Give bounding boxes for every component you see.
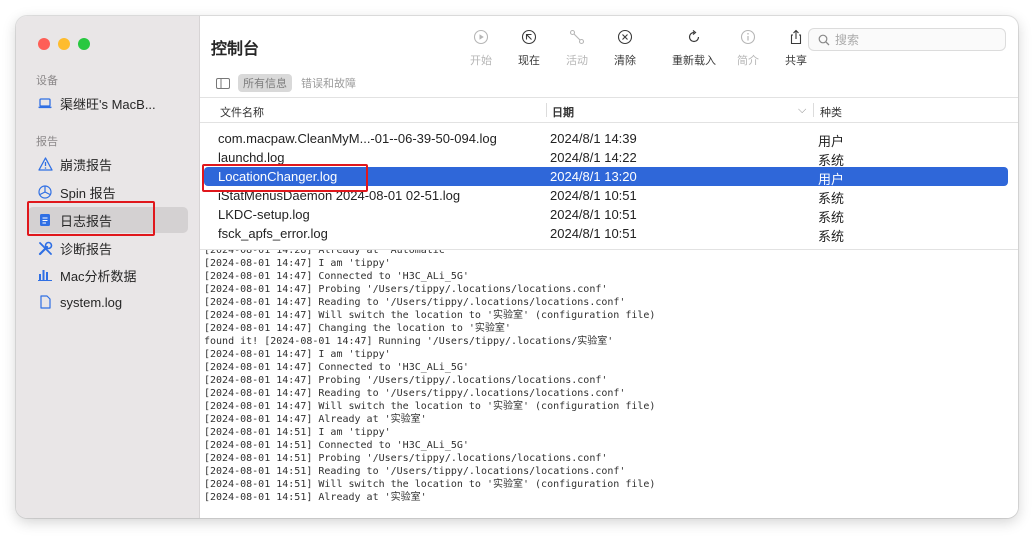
- sidebar-toggle-icon[interactable]: [216, 77, 230, 89]
- log-content-pane[interactable]: [2024-08-01 14:28] Already at 'Automatic…: [200, 249, 1018, 518]
- laptop-icon: [36, 95, 54, 111]
- filter-bar: 所有信息 错误和故障: [200, 70, 1018, 96]
- bar-chart-icon: [36, 267, 54, 283]
- date-cell: 2024/8/1 10:51: [550, 226, 637, 241]
- document-icon: [36, 212, 54, 228]
- start-button[interactable]: 开始: [457, 29, 505, 68]
- table-row[interactable]: iStatMenusDaemon 2024-08-01 02-51.log 20…: [204, 186, 1008, 206]
- zoom-window-button[interactable]: [78, 38, 90, 50]
- date-cell: 2024/8/1 13:20: [550, 169, 637, 184]
- warning-triangle-icon: [36, 156, 54, 172]
- kind-cell: 系统: [818, 229, 845, 244]
- spin-icon: [36, 184, 54, 200]
- clear-button[interactable]: 清除: [601, 29, 649, 68]
- filter-divider: [200, 97, 1018, 98]
- sidebar-item-spin-reports[interactable]: Spin 报告: [28, 179, 188, 205]
- close-window-button[interactable]: [38, 38, 50, 50]
- activity-icon: [569, 29, 585, 45]
- table-row[interactable]: fsck_apfs_error.log 2024/8/1 10:51 系统: [204, 224, 1008, 244]
- search-placeholder: 搜索: [835, 33, 860, 47]
- clear-icon: [617, 29, 633, 45]
- info-icon: [740, 29, 756, 45]
- sidebar-item-label: Mac分析数据: [60, 268, 137, 284]
- column-header-kind[interactable]: 种类: [820, 104, 842, 120]
- activity-label: 活动: [566, 55, 588, 67]
- sidebar-item-label: Spin 报告: [60, 185, 116, 201]
- sidebar: 设备 渠继旺's MacB... 报告 崩溃报告 Spin 报告 日志报告 诊断…: [16, 16, 200, 518]
- tools-icon: [36, 240, 54, 256]
- date-cell: 2024/8/1 10:51: [550, 188, 637, 203]
- date-cell: 2024/8/1 14:39: [550, 131, 637, 146]
- column-header-date[interactable]: 日期: [552, 104, 574, 120]
- table-row[interactable]: com.macpaw.CleanMyM...-01--06-39-50-094.…: [204, 129, 1008, 149]
- console-window: 设备 渠继旺's MacB... 报告 崩溃报告 Spin 报告 日志报告 诊断…: [16, 16, 1018, 518]
- table-row[interactable]: LKDC-setup.log 2024/8/1 10:51 系统: [204, 205, 1008, 225]
- sidebar-item-log-reports[interactable]: 日志报告: [28, 207, 188, 233]
- sidebar-item-diagnostic-reports[interactable]: 诊断报告: [28, 235, 188, 261]
- file-name-cell: LocationChanger.log: [218, 169, 338, 184]
- info-label: 简介: [737, 55, 759, 67]
- sidebar-item-label: 渠继旺's MacB...: [60, 96, 156, 112]
- sort-chevron-icon: ⌵: [798, 104, 807, 116]
- devices-section-label: 设备: [36, 75, 58, 87]
- sidebar-item-label: 崩溃报告: [60, 157, 113, 173]
- activity-button[interactable]: 活动: [553, 29, 601, 68]
- reload-label: 重新载入: [672, 55, 716, 67]
- file-name-cell: launchd.log: [218, 150, 285, 165]
- file-icon: [36, 294, 54, 310]
- clear-label: 清除: [614, 55, 636, 67]
- file-name-cell: LKDC-setup.log: [218, 207, 310, 222]
- window-title: 控制台: [211, 41, 260, 58]
- table-row[interactable]: launchd.log 2024/8/1 14:22 系统: [204, 148, 1008, 168]
- date-cell: 2024/8/1 14:22: [550, 150, 637, 165]
- main-pane: 控制台 开始 现在 活动 清除 重新载入 简介 共享 搜索 所有信息 错误和故障…: [200, 16, 1018, 518]
- sidebar-item-label: 诊断报告: [60, 241, 113, 257]
- file-name-cell: iStatMenusDaemon 2024-08-01 02-51.log: [218, 188, 461, 203]
- sidebar-item-system-log[interactable]: system.log: [28, 289, 188, 315]
- search-field[interactable]: 搜索: [808, 28, 1006, 51]
- file-name-cell: fsck_apfs_error.log: [218, 226, 328, 241]
- sidebar-item-mac-analytics[interactable]: Mac分析数据: [28, 262, 188, 288]
- file-name-cell: com.macpaw.CleanMyM...-01--06-39-50-094.…: [218, 131, 497, 146]
- sidebar-item-label: system.log: [60, 294, 123, 310]
- info-button[interactable]: 简介: [724, 29, 772, 68]
- sidebar-item-crash-reports[interactable]: 崩溃报告: [28, 151, 188, 177]
- log-text: [2024-08-01 14:28] Already at 'Automatic…: [204, 249, 656, 503]
- sidebar-item-device[interactable]: 渠继旺's MacB...: [28, 90, 188, 116]
- start-label: 开始: [470, 55, 492, 67]
- reload-button[interactable]: 重新载入: [666, 29, 722, 68]
- table-row-selected[interactable]: LocationChanger.log 2024/8/1 13:20 用户: [204, 167, 1008, 187]
- column-separator: [546, 103, 547, 117]
- share-icon: [790, 29, 802, 45]
- window-controls: [38, 38, 90, 50]
- sidebar-item-label: 日志报告: [60, 213, 113, 229]
- errors-faults-filter[interactable]: 错误和故障: [301, 75, 356, 91]
- search-icon: [818, 34, 830, 45]
- minimize-window-button[interactable]: [58, 38, 70, 50]
- share-label: 共享: [785, 55, 807, 67]
- now-button[interactable]: 现在: [505, 29, 553, 68]
- now-icon: [521, 29, 537, 45]
- date-cell: 2024/8/1 10:51: [550, 207, 637, 222]
- table-header: 文件名称 日期 ⌵ 种类: [200, 100, 1018, 120]
- column-header-filename[interactable]: 文件名称: [220, 104, 264, 120]
- all-messages-filter[interactable]: 所有信息: [238, 74, 292, 92]
- reload-icon: [688, 30, 700, 43]
- file-list: com.macpaw.CleanMyM...-01--06-39-50-094.…: [204, 129, 1008, 244]
- header-divider: [200, 122, 1018, 123]
- reports-section-label: 报告: [36, 136, 58, 148]
- now-label: 现在: [518, 55, 540, 67]
- column-separator: [813, 103, 814, 117]
- play-icon: [473, 29, 489, 45]
